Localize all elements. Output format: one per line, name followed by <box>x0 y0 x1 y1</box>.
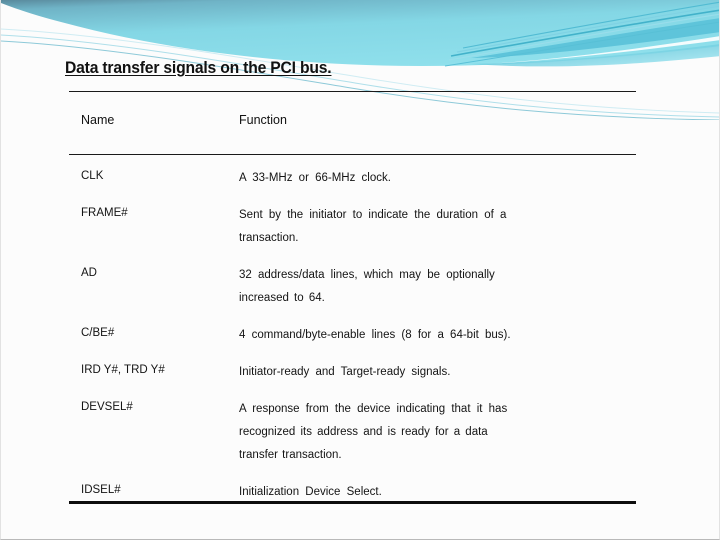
table-row: IRD Y#, TRD Y# Initiator-ready and Target… <box>69 361 636 384</box>
signal-function-line: 4 command/byte-enable lines (8 for a 64-… <box>239 329 511 341</box>
table-header-row: Name Function <box>69 92 636 154</box>
signal-name-cell: FRAME# <box>81 207 128 219</box>
signal-function-line: recognized its address and is ready for … <box>239 426 488 438</box>
signal-function-cell: 4 command/byte-enable lines (8 for a 64-… <box>239 324 636 347</box>
page-title: Data transfer signals on the PCI bus. <box>65 59 332 77</box>
table-bottom-rule-wrap <box>69 501 636 504</box>
signal-function-line: increased to 64. <box>239 292 325 304</box>
table-row: AD 32 address/data lines, which may be op… <box>69 264 636 310</box>
table-row: FRAME# Sent by the initiator to indicate … <box>69 204 636 250</box>
signal-function-cell: A 33-MHz or 66-MHz clock. <box>239 167 636 190</box>
table-body: CLK A 33-MHz or 66-MHz clock. FRAME# Sent b… <box>69 155 636 504</box>
column-header-name: Name <box>81 113 115 127</box>
slide: Data transfer signals on the PCI bus. Na… <box>0 0 720 540</box>
table-row: CLK A 33-MHz or 66-MHz clock. <box>69 167 636 190</box>
signal-function-line: Initiator-ready and Target-ready signals… <box>239 366 451 378</box>
signal-name-cell: C/BE# <box>81 327 115 339</box>
signal-function-cell: Sent by the initiator to indicate the du… <box>239 204 636 250</box>
signal-function-line: transfer transaction. <box>239 449 342 461</box>
signal-function-cell: A response from the device indicating th… <box>239 398 636 467</box>
signal-function-line: A 33-MHz or 66-MHz clock. <box>239 172 391 184</box>
table-row: DEVSEL# A response from the device indica… <box>69 398 636 467</box>
signal-function-cell: Initiator-ready and Target-ready signals… <box>239 361 636 384</box>
signal-name-cell: AD <box>81 267 97 279</box>
table-bottom-rule <box>69 501 636 504</box>
signals-table: Name Function CLK A 33-MHz or 66-MHz cloc… <box>69 91 636 518</box>
signal-function-line: 32 address/data lines, which may be opti… <box>239 269 495 281</box>
table-row: C/BE# 4 command/byte-enable lines (8 for … <box>69 324 636 347</box>
signal-name-cell: DEVSEL# <box>81 401 133 413</box>
signal-function-line: transaction. <box>239 232 299 244</box>
signal-name-cell: CLK <box>81 170 104 182</box>
signal-function-line: Sent by the initiator to indicate the du… <box>239 209 507 221</box>
signal-function-cell: 32 address/data lines, which may be opti… <box>239 264 636 310</box>
column-header-function: Function <box>239 113 287 127</box>
signal-name-cell: IRD Y#, TRD Y# <box>81 364 165 376</box>
signal-function-line: A response from the device indicating th… <box>239 403 508 415</box>
